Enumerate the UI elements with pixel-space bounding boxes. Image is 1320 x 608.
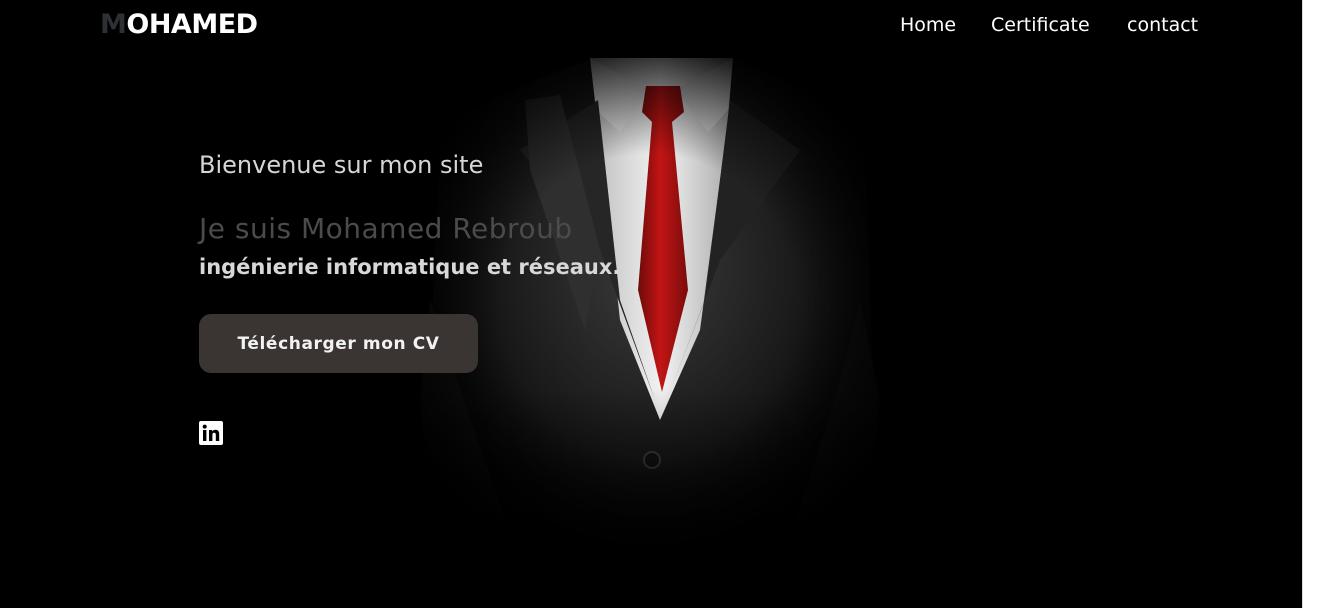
nav-contact-link[interactable]: contact [1127, 14, 1198, 36]
site-logo[interactable]: MOHAMED [100, 9, 258, 40]
role-text: ingénierie informatique et réseaux. [199, 255, 621, 279]
logo-first-letter: M [100, 9, 127, 40]
page: MOHAMED Home Certificate contact Bienven… [0, 0, 1302, 608]
name-heading: Je suis Mohamed Rebroub [199, 212, 573, 245]
linkedin-icon[interactable] [199, 421, 223, 445]
window-scroll-edge [1302, 0, 1320, 608]
top-navbar: MOHAMED Home Certificate contact [0, 0, 1302, 58]
hero-suit-image [380, 58, 920, 608]
nav-certificate-link[interactable]: Certificate [991, 14, 1090, 36]
download-cv-button[interactable]: Télécharger mon CV [199, 314, 478, 373]
welcome-text: Bienvenue sur mon site [199, 151, 484, 179]
edge-divider [1302, 0, 1303, 608]
logo-rest: OHAMED [126, 9, 258, 40]
nav-home-link[interactable]: Home [900, 14, 956, 36]
